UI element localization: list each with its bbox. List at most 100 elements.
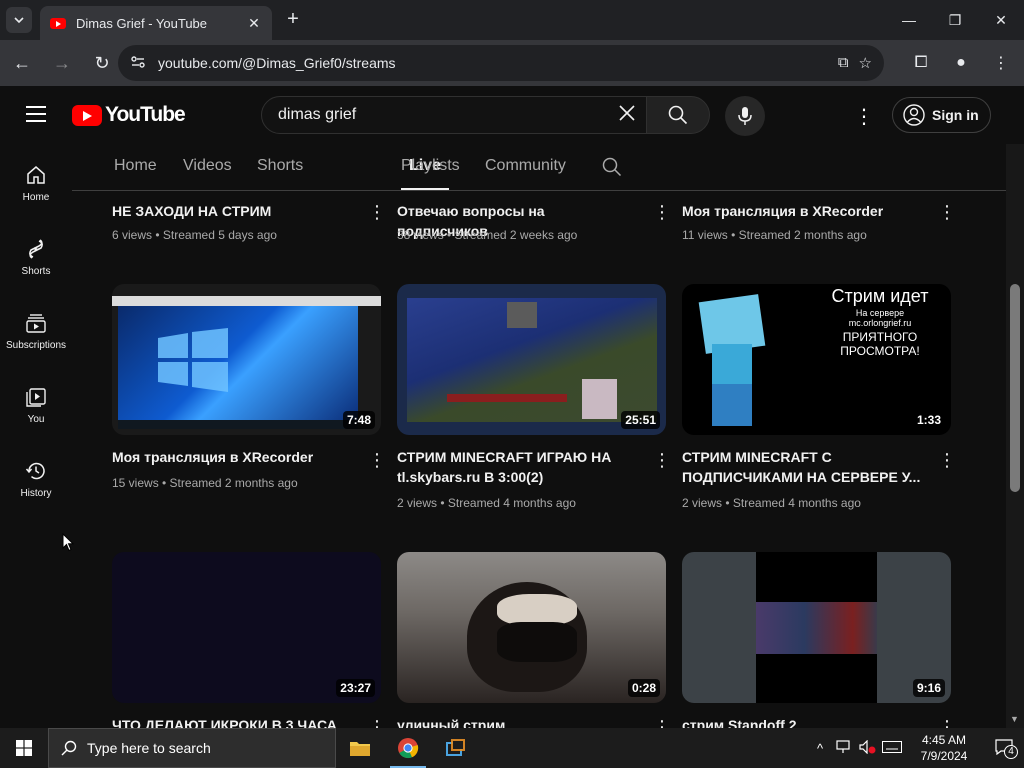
window-controls: — ❐ ✕ xyxy=(886,0,1024,40)
taskbar-clock[interactable]: 4:45 AM 7/9/2024 xyxy=(904,732,984,764)
video-thumbnail[interactable]: 0:28 xyxy=(397,552,666,703)
sidebar-item-shorts[interactable]: Shorts xyxy=(0,218,72,292)
youtube-logo[interactable]: YouTube xyxy=(72,103,186,127)
tab-community[interactable]: Community xyxy=(485,157,566,175)
scroll-down-icon[interactable]: ▼ xyxy=(1010,714,1019,724)
channel-search-icon[interactable] xyxy=(602,157,622,182)
forward-button[interactable]: → xyxy=(44,45,80,81)
taskbar-chrome[interactable] xyxy=(384,728,432,768)
scrollbar-thumb[interactable] xyxy=(1010,284,1020,492)
video-menu-icon[interactable]: ⋮ xyxy=(938,203,956,221)
chevron-down-icon xyxy=(14,17,24,24)
video-title[interactable]: НЕ ЗАХОДИ НА СТРИМ xyxy=(112,201,352,221)
video-duration: 25:51 xyxy=(621,411,660,429)
search-icon xyxy=(61,740,77,756)
profile-icon[interactable]: ● xyxy=(944,46,978,80)
taskbar-file-explorer[interactable] xyxy=(336,728,384,768)
video-menu-icon[interactable]: ⋮ xyxy=(938,718,956,728)
clear-search-icon[interactable] xyxy=(608,101,646,129)
tab-search-button[interactable] xyxy=(6,7,32,33)
video-duration: 9:16 xyxy=(912,679,945,697)
network-icon[interactable] xyxy=(832,739,856,757)
sidebar-item-home[interactable]: Home xyxy=(0,144,72,218)
video-title[interactable]: СТРИМ MINECRAFT ИГРАЮ НА tl.skybars.ru В… xyxy=(397,447,637,487)
video-menu-icon[interactable]: ⋮ xyxy=(368,203,386,221)
video-title[interactable]: Моя трансляция в XRecorder xyxy=(112,447,352,467)
browser-tab[interactable]: Dimas Grief - YouTube ✕ xyxy=(40,6,272,40)
back-button[interactable]: ← xyxy=(4,45,40,81)
video-title[interactable]: стрим Standoff 2 xyxy=(682,715,922,728)
youtube-logo-icon xyxy=(72,104,102,126)
video-meta: 2 views • Streamed 4 months ago xyxy=(682,496,861,510)
video-menu-icon[interactable]: ⋮ xyxy=(938,451,956,469)
chevron-up-icon[interactable]: ^ xyxy=(808,741,832,756)
close-window-button[interactable]: ✕ xyxy=(978,0,1024,40)
video-title[interactable]: СТРИМ MINECRAFT С ПОДПИСЧИКАМИ НА СЕРВЕР… xyxy=(682,447,922,487)
channel-tabs: Home Videos Shorts Live Playlists Commun… xyxy=(72,144,1006,191)
video-thumbnail[interactable]: 23:27 xyxy=(112,552,381,703)
minimize-button[interactable]: — xyxy=(886,0,932,40)
browser-menu-icon[interactable]: ⋮ xyxy=(984,46,1018,80)
sidebar-item-history[interactable]: History xyxy=(0,440,72,514)
voice-search-button[interactable] xyxy=(725,96,765,136)
search-value: dimas grief xyxy=(278,106,357,123)
volume-muted-icon[interactable] xyxy=(856,739,880,757)
taskbar-search-input[interactable]: Type here to search xyxy=(48,728,336,768)
video-title[interactable]: уличный стрим xyxy=(397,715,637,728)
video-grid: НЕ ЗАХОДИ НА СТРИМ 6 views • Streamed 5 … xyxy=(72,191,1006,728)
thumbnail-text: ПРИЯТНОГО xyxy=(842,330,918,344)
sidebar-item-label: Home xyxy=(22,192,50,203)
notification-count-badge: 4 xyxy=(1004,744,1018,759)
video-menu-icon[interactable]: ⋮ xyxy=(653,451,671,469)
chrome-icon xyxy=(398,738,419,759)
tab-videos[interactable]: Videos xyxy=(183,157,232,175)
sidebar-item-you[interactable]: You xyxy=(0,366,72,440)
tab-close-icon[interactable]: ✕ xyxy=(246,15,262,32)
install-app-icon[interactable]: ⧉ xyxy=(838,54,849,72)
sidebar-item-subscriptions[interactable]: Subscriptions xyxy=(0,292,72,366)
video-menu-icon[interactable]: ⋮ xyxy=(653,718,671,728)
site-info-icon[interactable] xyxy=(130,55,150,72)
video-thumbnail[interactable]: Стрим идет На сервере mc.orlongrief.ru П… xyxy=(682,284,951,435)
bookmark-star-icon[interactable]: ☆ xyxy=(859,54,872,72)
video-duration: 0:28 xyxy=(627,679,660,697)
video-meta: 38 views • Streamed 2 weeks ago xyxy=(397,228,578,242)
youtube-logo-text: YouTube xyxy=(105,103,186,126)
video-duration: 23:27 xyxy=(336,679,375,697)
search-button[interactable] xyxy=(646,96,710,134)
system-tray: ^ 4:45 AM 7/9/2024 4 xyxy=(808,728,1024,768)
reload-button[interactable]: ↻ xyxy=(84,45,120,81)
video-menu-icon[interactable]: ⋮ xyxy=(368,451,386,469)
video-duration: 1:33 xyxy=(912,411,945,429)
video-thumbnail[interactable]: 25:51 xyxy=(397,284,666,435)
sidebar-item-label: You xyxy=(27,414,45,425)
sidebar: Home Shorts Subscriptions You History xyxy=(0,144,72,728)
taskbar-app-window[interactable] xyxy=(432,728,480,768)
start-button[interactable] xyxy=(0,728,48,768)
folder-icon xyxy=(350,742,370,756)
mouse-cursor-icon xyxy=(62,533,74,552)
action-center-button[interactable]: 4 xyxy=(984,738,1024,759)
keyboard-icon[interactable] xyxy=(880,740,904,756)
sign-in-button[interactable]: Sign in xyxy=(892,97,991,133)
menu-icon[interactable] xyxy=(26,106,46,122)
extensions-icon[interactable]: ⧠ xyxy=(904,46,938,80)
search-input[interactable]: dimas grief xyxy=(261,96,647,134)
tab-home[interactable]: Home xyxy=(114,157,157,175)
settings-more-icon[interactable]: ⋮ xyxy=(852,104,876,128)
page-scrollbar[interactable]: ▼ xyxy=(1006,144,1024,728)
new-tab-button[interactable]: + xyxy=(282,8,304,31)
video-menu-icon[interactable]: ⋮ xyxy=(368,718,386,728)
sign-in-label: Sign in xyxy=(932,107,979,123)
video-title[interactable]: Моя трансляция в XRecorder xyxy=(682,201,922,221)
video-meta: 2 views • Streamed 4 months ago xyxy=(397,496,576,510)
video-thumbnail[interactable]: 7:48 xyxy=(112,284,381,435)
tab-playlists[interactable]: Playlists xyxy=(401,157,460,175)
maximize-button[interactable]: ❐ xyxy=(932,0,978,40)
video-thumbnail[interactable]: 9:16 xyxy=(682,552,951,703)
tab-title: Dimas Grief - YouTube xyxy=(76,15,208,31)
video-title[interactable]: ЧТО ДЕЛАЮТ ИКРОКИ В 3 ЧАСА xyxy=(112,715,352,728)
tab-shorts[interactable]: Shorts xyxy=(257,157,303,175)
address-bar[interactable]: youtube.com/@Dimas_Grief0/streams ⧉ ☆ xyxy=(118,45,884,81)
video-menu-icon[interactable]: ⋮ xyxy=(653,203,671,221)
